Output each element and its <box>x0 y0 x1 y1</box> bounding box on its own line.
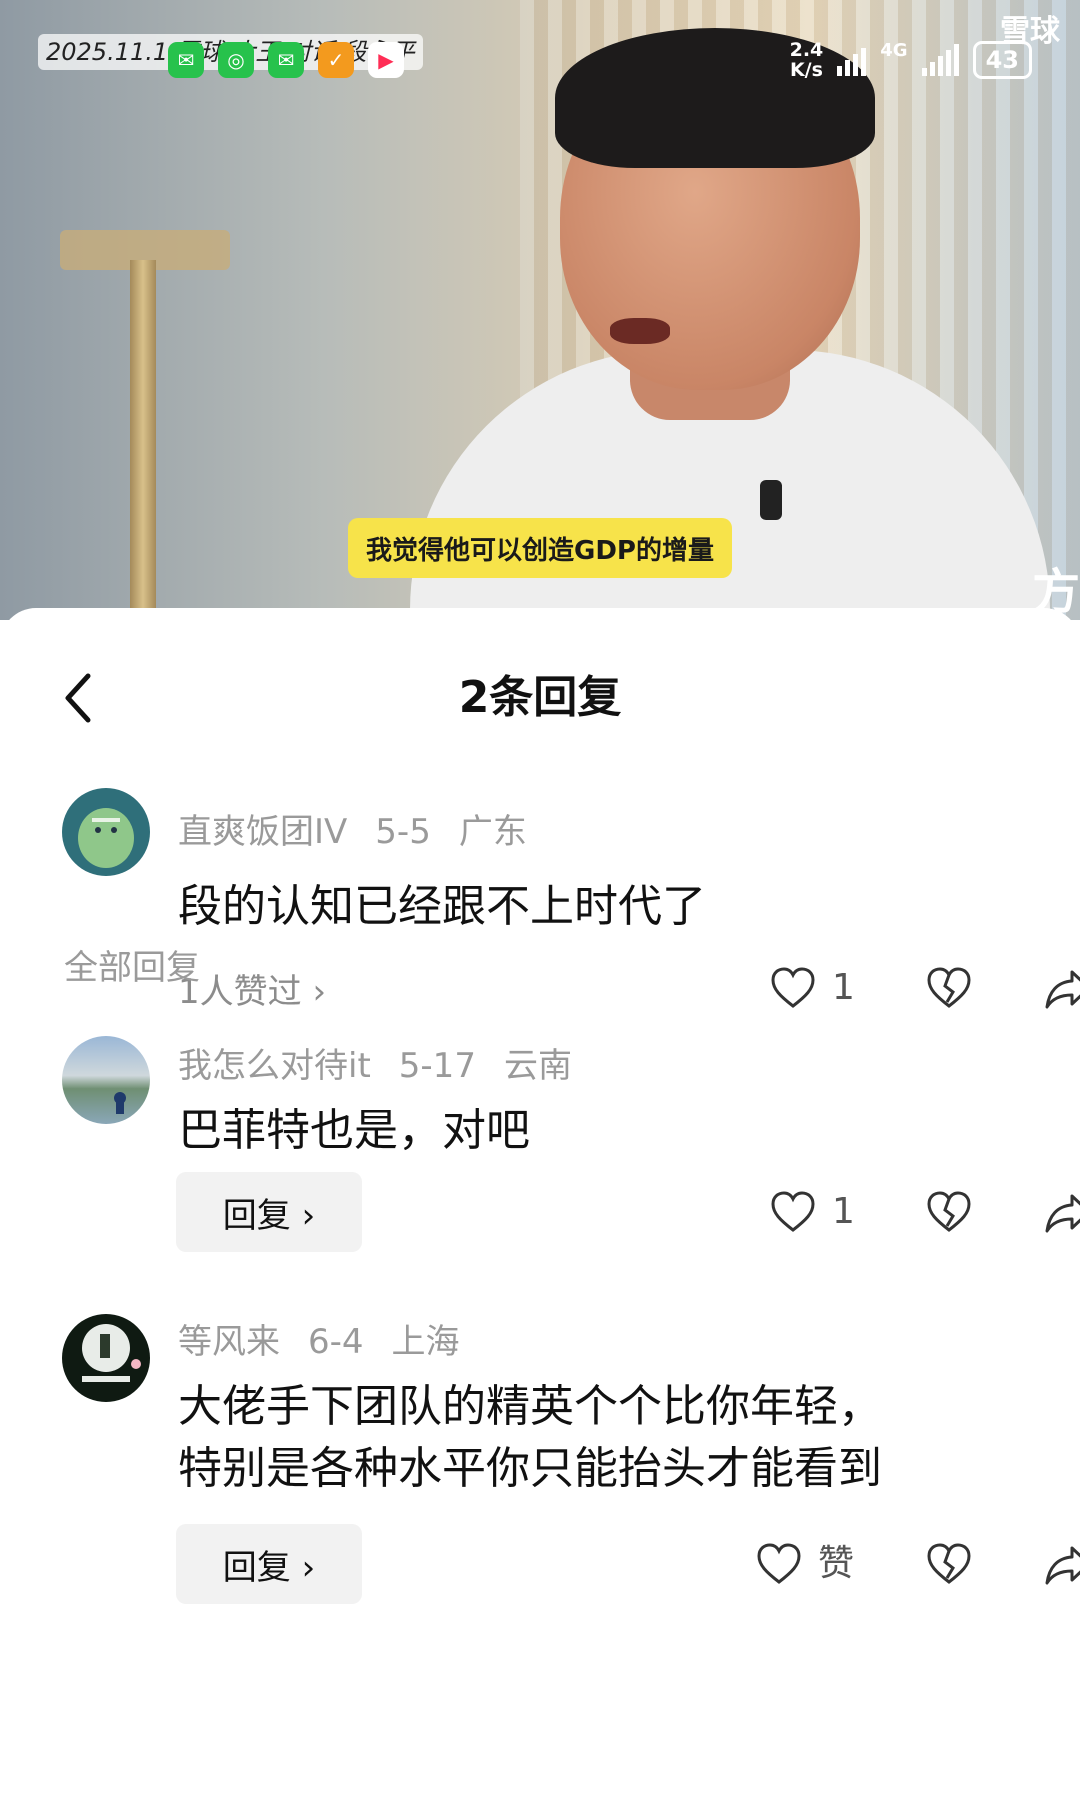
network-speed-unit: K/s <box>789 59 823 81</box>
comment-meta: 我怎么对待it 5-17 云南 <box>178 1038 600 1087</box>
network-speed-value: 2.4 <box>789 39 824 61</box>
comment-actions: 1 <box>680 958 1080 1018</box>
comment-actions: 1 <box>680 1182 1080 1242</box>
network-type: 4G <box>880 40 908 61</box>
comment-location: 云南 <box>503 1046 572 1086</box>
comment-date: 6-4 <box>308 1322 364 1362</box>
loop-icon: ◎ <box>218 42 254 78</box>
status-bar-right: 2.4 K/s 4G 43 <box>790 40 1032 80</box>
avatar-photo-image <box>82 1324 141 1382</box>
comment-meta: 直爽饭团IV 5-5 广东 <box>178 804 555 853</box>
comment-text: 段的认知已经跟不上时代了 <box>178 881 706 932</box>
speaker-mouth <box>610 318 670 344</box>
wechat-icon: ✉ <box>168 42 204 78</box>
comment-location: 广东 <box>458 812 527 852</box>
video-subtitle: 我觉得他可以创造GDP的增量 <box>348 518 732 578</box>
notification-icons: ✉ ◎ ✉ ✓ ▶ <box>168 42 404 78</box>
like-heart-icon[interactable] <box>770 966 816 1010</box>
like-heart-icon[interactable] <box>770 1190 816 1234</box>
like-count: 1 <box>832 1191 855 1232</box>
comment-text: 巴菲特也是，对吧 <box>178 1105 530 1156</box>
share-arrow-icon[interactable] <box>1044 968 1080 1010</box>
likers-link[interactable]: 1人赞过 › <box>178 964 326 1013</box>
like-count: 1 <box>832 967 855 1008</box>
video-app-icon: ▶ <box>368 42 404 78</box>
like-label[interactable]: 赞 <box>818 1534 854 1594</box>
replies-sheet: 2条回复 直爽饭团IV 5-5 广东 段的认知已经跟不上时代了 1人赞过 › 1 <box>0 608 1080 1817</box>
username[interactable]: 我怎么对待it <box>178 1046 371 1086</box>
comment-meta: 等风来 6-4 上海 <box>178 1314 488 1363</box>
avatar[interactable] <box>62 788 150 876</box>
avatar[interactable] <box>62 1314 150 1402</box>
avatar-dino-image <box>78 808 134 868</box>
share-arrow-icon[interactable] <box>1044 1544 1080 1586</box>
reply-button[interactable]: 回复 › <box>176 1172 362 1252</box>
comment-date: 5-5 <box>375 812 431 852</box>
network-speed: 2.4 K/s <box>790 40 824 80</box>
share-arrow-icon[interactable] <box>1044 1192 1080 1234</box>
video-player[interactable]: 我觉得他可以创造GDP的增量 2025.11.1 雪球 大王 对话 段永平 ✉ … <box>0 0 1080 620</box>
all-replies-label: 全部回复 <box>64 948 200 988</box>
wechat-icon: ✉ <box>268 42 304 78</box>
username[interactable]: 直爽饭团IV <box>178 812 347 852</box>
dislike-broken-heart-icon[interactable] <box>926 1190 972 1234</box>
orange-app-icon: ✓ <box>318 42 354 78</box>
dislike-broken-heart-icon[interactable] <box>926 966 972 1010</box>
comment-location: 上海 <box>391 1322 460 1362</box>
background-lamp <box>130 260 156 620</box>
comment-actions: 赞 <box>680 1534 1080 1594</box>
comment-text-line-2: 特别是各种水平你只能抬头才能看到 <box>178 1443 882 1494</box>
lapel-mic <box>760 480 782 520</box>
battery-indicator: 43 <box>972 41 1032 79</box>
dislike-broken-heart-icon[interactable] <box>926 1542 972 1586</box>
username[interactable]: 等风来 <box>178 1322 280 1362</box>
like-heart-icon[interactable] <box>756 1542 802 1586</box>
comment-text-line-1: 大佬手下团队的精英个个比你年轻， <box>178 1381 882 1432</box>
comment-date: 5-17 <box>398 1046 476 1086</box>
cell-signal-icon <box>921 44 959 76</box>
reply-button[interactable]: 回复 › <box>176 1524 362 1604</box>
avatar[interactable] <box>62 1036 150 1124</box>
avatar-lake-image <box>114 1092 126 1114</box>
wifi-signal-icon <box>837 44 867 76</box>
page-title: 2条回复 <box>458 672 622 723</box>
